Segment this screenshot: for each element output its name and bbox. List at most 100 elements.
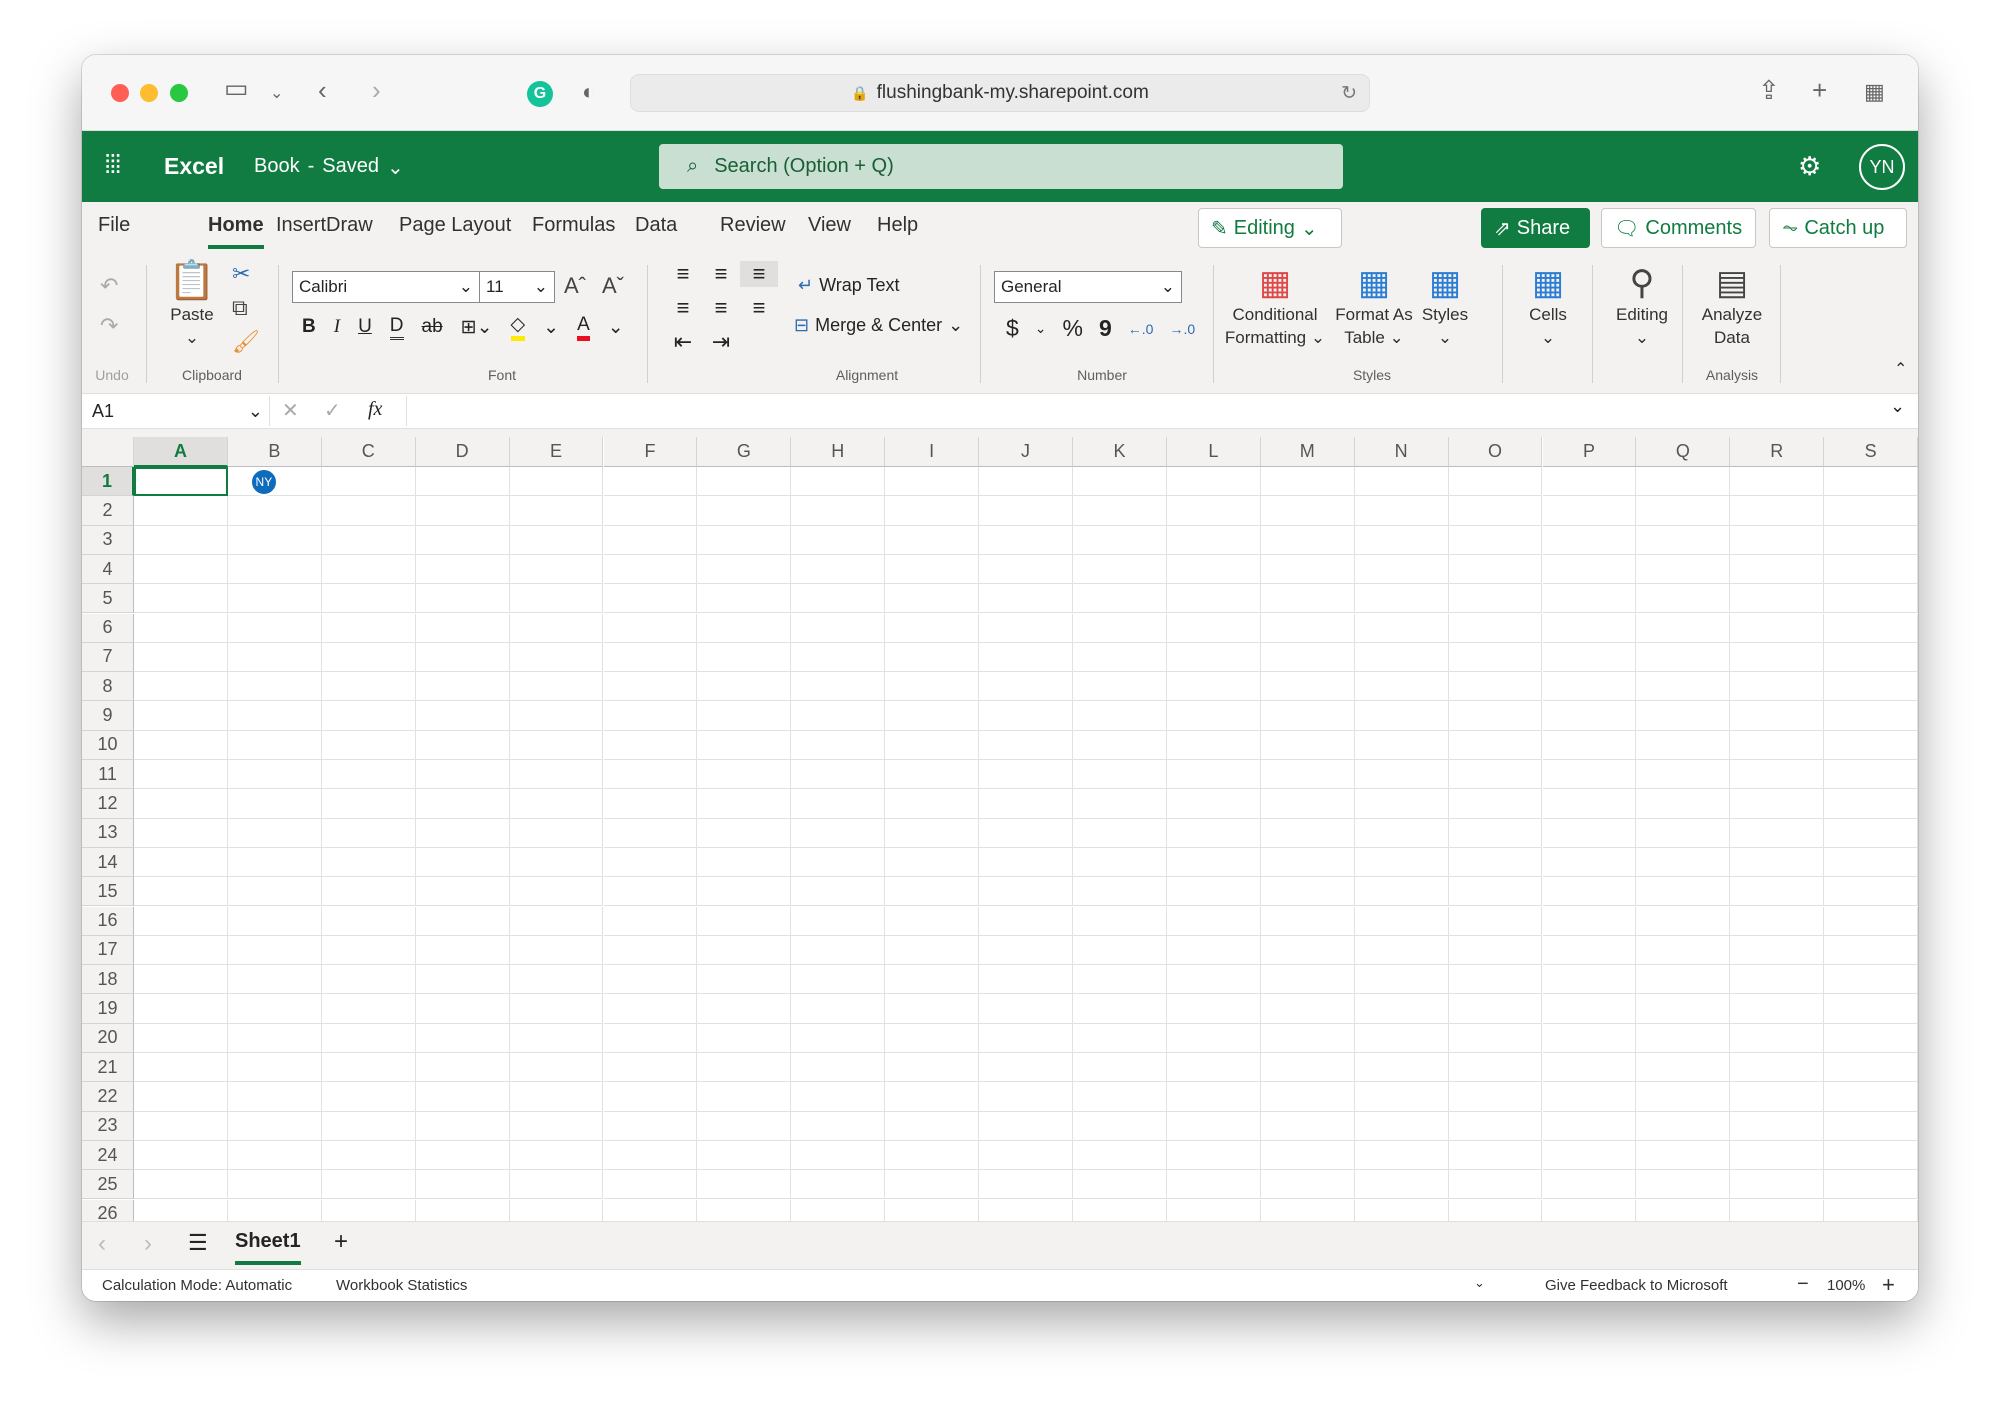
cell-S10[interactable] [1824, 730, 1918, 760]
increase-indent-icon[interactable]: ⇥ [702, 329, 740, 355]
all-sheets-menu-icon[interactable]: ☰ [188, 1230, 208, 1256]
cell-O13[interactable] [1448, 818, 1543, 848]
cell-A19[interactable] [134, 994, 228, 1024]
cell-F23[interactable] [603, 1111, 698, 1141]
cell-F17[interactable] [603, 935, 698, 966]
cell-I3[interactable] [885, 525, 980, 555]
row-header-13[interactable]: 13 [82, 818, 134, 848]
doc-title-button[interactable]: Book - Saved ⌄ [254, 155, 404, 180]
cell-L26[interactable] [1167, 1199, 1261, 1221]
cell-B4[interactable] [227, 554, 322, 585]
catch-up-button[interactable]: ⏦ Catch up [1769, 208, 1907, 248]
cell-M4[interactable] [1260, 554, 1355, 585]
cell-N13[interactable] [1354, 818, 1449, 848]
cell-P15[interactable] [1542, 877, 1637, 907]
row-header-22[interactable]: 22 [82, 1082, 134, 1112]
cell-P16[interactable] [1542, 906, 1637, 936]
cell-A3[interactable] [134, 525, 228, 555]
cell-H19[interactable] [791, 994, 886, 1024]
cell-S5[interactable] [1824, 584, 1918, 614]
cell-L18[interactable] [1166, 965, 1261, 995]
cell-K8[interactable] [1073, 672, 1167, 702]
cell-M19[interactable] [1260, 994, 1355, 1024]
cell-J2[interactable] [979, 496, 1073, 526]
cell-E10[interactable] [509, 730, 604, 760]
cell-Q25[interactable] [1636, 1170, 1731, 1200]
cell-J21[interactable] [979, 1053, 1073, 1083]
cell-P25[interactable] [1542, 1170, 1637, 1200]
cell-K13[interactable] [1073, 818, 1167, 848]
cell-F9[interactable] [603, 701, 698, 731]
cell-P9[interactable] [1542, 701, 1637, 731]
cell-F11[interactable] [603, 760, 698, 790]
cell-O24[interactable] [1448, 1140, 1543, 1171]
cell-E24[interactable] [509, 1140, 604, 1171]
cell-F4[interactable] [603, 554, 698, 585]
cell-N17[interactable] [1354, 935, 1449, 966]
italic-button[interactable]: I [334, 316, 340, 338]
cell-M23[interactable] [1260, 1111, 1355, 1141]
cell-N22[interactable] [1354, 1082, 1449, 1112]
cell-K9[interactable] [1073, 701, 1167, 731]
cell-E18[interactable] [509, 965, 604, 995]
column-header-P[interactable]: P [1542, 437, 1637, 467]
cell-S11[interactable] [1824, 760, 1918, 790]
cell-L20[interactable] [1166, 1023, 1261, 1053]
cell-B13[interactable] [227, 818, 322, 848]
cell-C20[interactable] [321, 1023, 416, 1053]
cell-F13[interactable] [603, 818, 698, 848]
cell-D19[interactable] [415, 994, 510, 1024]
cells-button[interactable]: ▦ Cells ⌄ [1512, 263, 1584, 349]
cell-M3[interactable] [1260, 525, 1355, 555]
cell-H18[interactable] [791, 965, 886, 995]
cell-J14[interactable] [979, 847, 1073, 878]
sidebar-icon[interactable]: ▭ [224, 73, 249, 104]
cell-N25[interactable] [1354, 1170, 1449, 1200]
cell-E21[interactable] [509, 1053, 604, 1083]
cell-B17[interactable] [227, 935, 322, 966]
cell-K21[interactable] [1073, 1053, 1167, 1083]
undo-icon[interactable]: ↶ [100, 273, 118, 299]
zoom-level[interactable]: 100% [1827, 1277, 1865, 1294]
currency-button[interactable]: $ [1006, 315, 1019, 342]
cell-S12[interactable] [1824, 789, 1918, 819]
cell-D8[interactable] [415, 672, 510, 702]
cell-H3[interactable] [791, 525, 886, 555]
cell-D6[interactable] [415, 613, 510, 643]
cell-I14[interactable] [885, 847, 980, 878]
row-header-7[interactable]: 7 [82, 642, 134, 673]
cell-I5[interactable] [885, 584, 980, 614]
share-icon[interactable]: ⇪ [1758, 75, 1780, 106]
cell-P22[interactable] [1542, 1082, 1637, 1112]
cell-E5[interactable] [509, 584, 604, 614]
tab-draw[interactable]: Draw [326, 214, 373, 237]
cell-D5[interactable] [415, 584, 510, 614]
select-all-corner[interactable] [82, 437, 134, 467]
cell-G16[interactable] [697, 906, 792, 936]
cell-P3[interactable] [1542, 525, 1637, 555]
column-header-O[interactable]: O [1448, 437, 1543, 467]
format-painter-icon[interactable]: 🖌 [232, 329, 260, 355]
cell-R11[interactable] [1730, 760, 1825, 790]
cell-B14[interactable] [227, 847, 322, 878]
cell-B7[interactable] [227, 642, 322, 673]
cell-C4[interactable] [321, 554, 416, 585]
align-middle-icon[interactable]: ≡ [702, 261, 740, 287]
cell-E20[interactable] [509, 1023, 604, 1053]
cell-M7[interactable] [1260, 642, 1355, 673]
cell-F3[interactable] [603, 525, 698, 555]
cell-Q1[interactable] [1636, 467, 1731, 497]
new-tab-icon[interactable]: + [1812, 75, 1827, 106]
tab-insert[interactable]: Insert [276, 214, 326, 237]
cell-F19[interactable] [603, 994, 698, 1024]
cell-S13[interactable] [1824, 818, 1918, 848]
cell-H7[interactable] [791, 642, 886, 673]
cell-F26[interactable] [604, 1199, 698, 1221]
cell-J7[interactable] [979, 642, 1073, 673]
cell-M11[interactable] [1260, 760, 1355, 790]
cell-E19[interactable] [509, 994, 604, 1024]
cell-S9[interactable] [1824, 701, 1918, 731]
column-header-H[interactable]: H [791, 437, 886, 467]
cell-N23[interactable] [1354, 1111, 1449, 1141]
cell-C16[interactable] [321, 906, 416, 936]
